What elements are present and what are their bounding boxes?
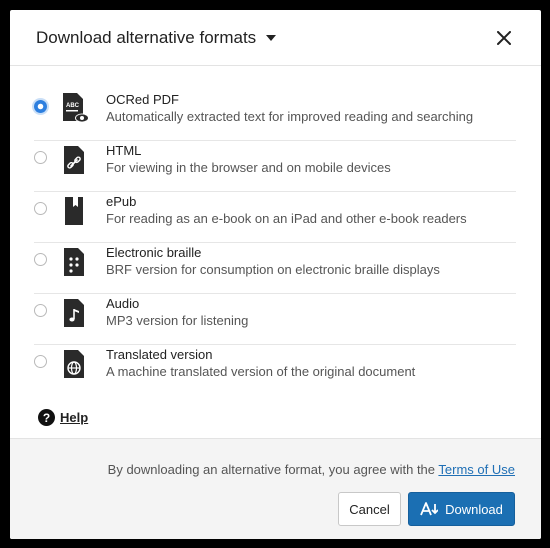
format-name: Translated version: [106, 347, 213, 362]
agreement-sentence: By downloading an alternative format, yo…: [107, 462, 436, 477]
epub-book-icon: [65, 197, 83, 225]
format-description: A machine translated version of the orig…: [106, 364, 416, 379]
format-description: Automatically extracted text for improve…: [106, 109, 474, 124]
ocr-pdf-icon: ABC: [63, 93, 89, 123]
download-icon: [420, 502, 439, 516]
close-button[interactable]: [493, 27, 515, 49]
format-description: For viewing in the browser and on mobile…: [106, 160, 391, 175]
format-option-html[interactable]: HTML For viewing in the browser and on m…: [34, 141, 516, 192]
radio-html[interactable]: [34, 151, 47, 164]
radio-epub[interactable]: [34, 202, 47, 215]
format-option-audio[interactable]: Audio MP3 version for listening: [34, 294, 516, 345]
format-name: OCRed PDF: [106, 92, 179, 107]
format-list: ABC OCRed PDF Automatically extracted te…: [10, 66, 541, 396]
format-option-braille[interactable]: Electronic braille BRF version for consu…: [34, 243, 516, 294]
terms-of-use-link[interactable]: Terms of Use: [438, 462, 515, 477]
braille-icon: [64, 248, 84, 276]
caret-down-icon[interactable]: [266, 34, 277, 41]
html-link-icon: [64, 146, 84, 174]
dialog-footer: By downloading an alternative format, yo…: [10, 438, 541, 539]
format-name: Audio: [106, 296, 140, 311]
question-circle-icon: ?: [38, 409, 55, 426]
format-option-ocr-pdf[interactable]: ABC OCRed PDF Automatically extracted te…: [34, 90, 516, 141]
format-name: Electronic braille: [106, 245, 202, 260]
radio-braille[interactable]: [34, 253, 47, 266]
help-label[interactable]: Help: [60, 410, 88, 425]
audio-note-icon: [64, 299, 84, 327]
format-name: ePub: [106, 194, 137, 209]
radio-ocr-pdf[interactable]: [34, 100, 47, 113]
format-description: For reading as an e-book on an iPad and …: [106, 211, 467, 226]
format-option-translated[interactable]: Translated version A machine translated …: [34, 345, 516, 396]
download-label: Download: [445, 501, 503, 517]
radio-audio[interactable]: [34, 304, 47, 317]
svg-text:ABC: ABC: [66, 103, 80, 109]
globe-icon: [64, 350, 84, 378]
radio-translated[interactable]: [34, 355, 47, 368]
close-icon: [497, 30, 511, 45]
dialog-header: Download alternative formats: [10, 10, 541, 66]
cancel-button[interactable]: Cancel: [338, 492, 401, 526]
download-button[interactable]: Download: [408, 492, 515, 526]
dialog-title[interactable]: Download alternative formats: [36, 27, 277, 48]
agreement-text: By downloading an alternative format, yo…: [108, 462, 515, 477]
format-option-epub[interactable]: ePub For reading as an e-book on an iPad…: [34, 192, 516, 243]
help-link[interactable]: ? Help: [10, 396, 541, 426]
format-name: HTML: [106, 143, 142, 158]
svg-text:?: ?: [43, 411, 50, 425]
dialog-title-text: Download alternative formats: [36, 27, 257, 47]
download-formats-dialog: Download alternative formats ABC OCRed P…: [10, 10, 541, 539]
format-description: MP3 version for listening: [106, 313, 249, 328]
format-description: BRF version for consumption on electroni…: [106, 262, 440, 277]
